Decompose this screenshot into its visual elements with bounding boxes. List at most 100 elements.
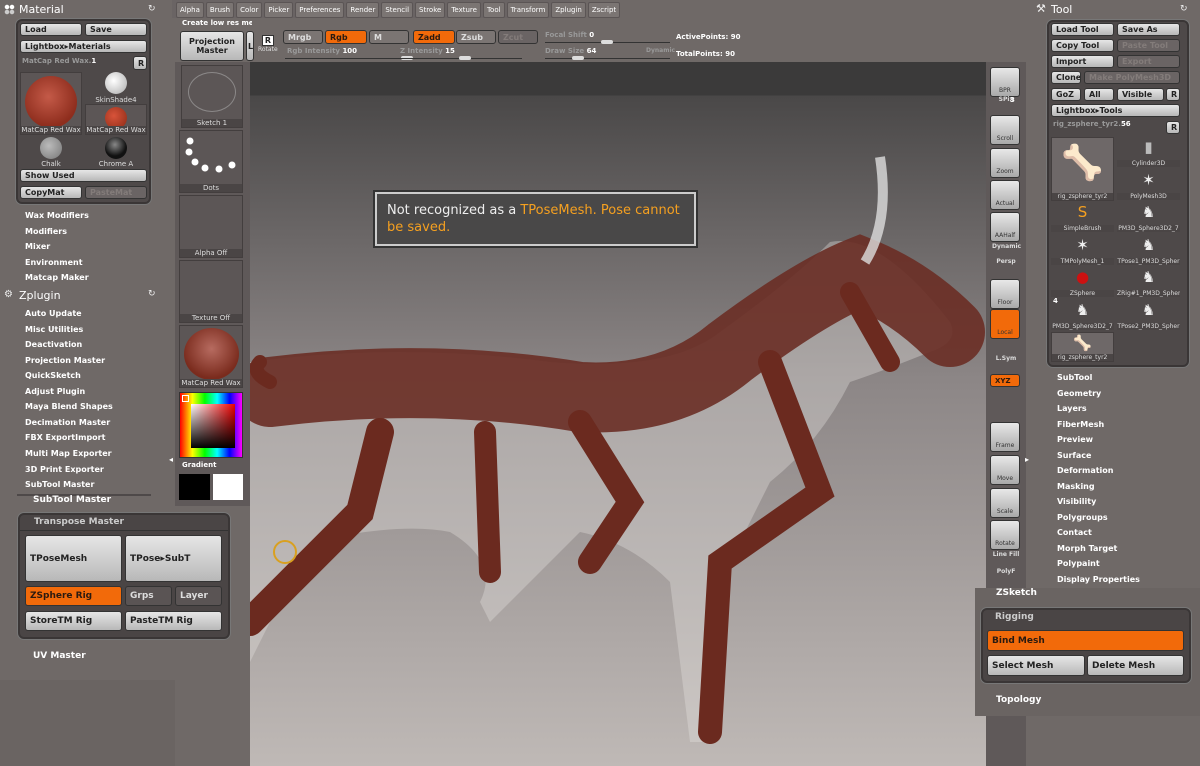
spix-label[interactable]: SPix	[992, 96, 1020, 103]
primary-color-swatch[interactable]	[179, 474, 210, 500]
m-button[interactable]: M	[369, 30, 409, 44]
bind-mesh-button[interactable]: Bind Mesh	[987, 630, 1184, 651]
zsub-button[interactable]: Zsub	[456, 30, 496, 44]
tool-menu-item[interactable]: Polygroups	[1057, 513, 1108, 522]
lsym-button[interactable]: L.Sym	[992, 355, 1020, 362]
collapse-left-arrow[interactable]: ◂	[169, 455, 173, 464]
draw-size-slider[interactable]: Draw Size 64	[545, 47, 596, 55]
tool-thumb[interactable]: ▮ Cylinder3D	[1117, 137, 1180, 167]
xyz-button[interactable]: XYZ	[990, 374, 1020, 387]
export-button[interactable]: Export	[1117, 55, 1180, 68]
dynamic-label[interactable]: Dynamic	[992, 243, 1021, 250]
pastetm-rig-button[interactable]: PasteTM Rig	[125, 611, 222, 631]
zplugin-item[interactable]: 3D Print Exporter	[25, 465, 104, 474]
tool-thumb[interactable]: ♞ TPose1_PM3D_Spher	[1117, 235, 1180, 265]
tool-thumb[interactable]: ✶ TMPolyMesh_1	[1051, 235, 1114, 265]
secondary-color-swatch[interactable]	[213, 474, 243, 500]
menu-zscript[interactable]: Zscript	[587, 2, 621, 18]
mrgb-button[interactable]: Mrgb	[283, 30, 323, 44]
zplugin-item[interactable]: Maya Blend Shapes	[25, 402, 113, 411]
color-picker[interactable]	[179, 392, 243, 458]
floor-button[interactable]: Floor	[990, 279, 1020, 309]
persp-button[interactable]: Persp	[992, 258, 1020, 265]
zoom-button[interactable]: Zoom	[990, 148, 1020, 178]
tool-r2-button[interactable]: R	[1166, 121, 1180, 134]
lightbox-tools-button[interactable]: Lightbox▸Tools	[1051, 104, 1180, 117]
all-button[interactable]: All	[1084, 88, 1114, 101]
tool-thumb[interactable]: ✶ PolyMesh3D	[1117, 170, 1180, 200]
tool-thumb[interactable]: 🦴 rig_zsphere_tyr2	[1051, 332, 1114, 362]
menu-item[interactable]: Mixer	[25, 242, 50, 251]
delete-mesh-button[interactable]: Delete Mesh	[1087, 655, 1184, 676]
menu-alpha[interactable]: Alpha	[176, 2, 204, 18]
menu-color[interactable]: Color	[236, 2, 263, 18]
texture-thumb[interactable]: Texture Off	[179, 260, 243, 323]
menu-zplugin[interactable]: Zplugin	[551, 2, 586, 18]
grps-button[interactable]: Grps	[125, 586, 172, 606]
pastemat-button[interactable]: PasteMat	[85, 186, 147, 199]
tool-menu-item[interactable]: Polypaint	[1057, 559, 1100, 568]
menu-preferences[interactable]: Preferences	[295, 2, 345, 18]
tool-menu-item[interactable]: Display Properties	[1057, 575, 1140, 584]
projection-master-button[interactable]: Projection Master	[180, 31, 244, 61]
zadd-button[interactable]: Zadd	[413, 30, 455, 44]
rotate-icon[interactable]: R Rotate	[258, 35, 278, 61]
tool-menu-item[interactable]: FiberMesh	[1057, 420, 1104, 429]
zplugin-item[interactable]: Misc Utilities	[25, 325, 83, 334]
tool-menu-item[interactable]: Morph Target	[1057, 544, 1117, 553]
menu-brush[interactable]: Brush	[205, 2, 235, 18]
menu-picker[interactable]: Picker	[264, 2, 294, 18]
material-thumb[interactable]: Chrome A	[85, 137, 147, 168]
polyf-button[interactable]: PolyF	[992, 568, 1020, 575]
copymat-button[interactable]: CopyMat	[20, 186, 82, 199]
tposemesh-button[interactable]: TPoseMesh	[25, 535, 122, 582]
layer-button[interactable]: Layer	[175, 586, 222, 606]
tool-menu-item[interactable]: Contact	[1057, 528, 1092, 537]
menu-item[interactable]: Modifiers	[25, 227, 67, 236]
scale-button[interactable]: Scale	[990, 488, 1020, 518]
focal-shift-slider[interactable]: Focal Shift 0	[545, 31, 594, 39]
menu-item[interactable]: Environment	[25, 258, 83, 267]
make-polymesh-button[interactable]: Make PolyMesh3D	[1084, 71, 1180, 84]
tool-thumb[interactable]: ♞ ZRig#1_PM3D_Spher	[1117, 267, 1180, 297]
tool-thumb[interactable]: 🦴 rig_zsphere_tyr2	[1051, 137, 1114, 201]
tool-thumb[interactable]: ♞ PM3D_Sphere3D2_7	[1051, 300, 1114, 330]
load-tool-button[interactable]: Load Tool	[1051, 23, 1114, 36]
zsphere-rig-button[interactable]: ZSphere Rig	[25, 586, 122, 606]
menu-render[interactable]: Render	[346, 2, 380, 18]
tool-menu-item[interactable]: Masking	[1057, 482, 1095, 491]
scroll-button[interactable]: Scroll	[990, 115, 1020, 145]
copy-tool-button[interactable]: Copy Tool	[1051, 39, 1114, 52]
uv-master-header[interactable]: UV Master	[33, 651, 86, 661]
actual-button[interactable]: Actual	[990, 180, 1020, 210]
material-thumb[interactable]: SkinShade4	[85, 72, 147, 104]
save-as-button[interactable]: Save As	[1117, 23, 1180, 36]
material-r-button[interactable]: R	[133, 56, 147, 70]
tool-r-button[interactable]: R	[1166, 88, 1180, 101]
zplugin-item[interactable]: Multi Map Exporter	[25, 449, 112, 458]
canvas[interactable]	[250, 62, 986, 766]
material-thumb[interactable]: MatCap Red Wax	[85, 104, 147, 135]
select-mesh-button[interactable]: Select Mesh	[987, 655, 1085, 676]
tpose-subt-button[interactable]: TPose▸SubT	[125, 535, 222, 582]
bpr-button[interactable]: BPR	[990, 67, 1020, 97]
menu-stencil[interactable]: Stencil	[381, 2, 414, 18]
aahalf-button[interactable]: AAHalf	[990, 212, 1020, 242]
show-used-button[interactable]: Show Used	[20, 169, 147, 182]
zplugin-item[interactable]: Adjust Plugin	[25, 387, 85, 396]
zcut-button[interactable]: Zcut	[498, 30, 538, 44]
zplugin-item[interactable]: QuickSketch	[25, 371, 81, 380]
rgb-button[interactable]: Rgb	[325, 30, 367, 44]
rgb-intensity-slider[interactable]: Rgb Intensity 100	[287, 47, 357, 55]
zplugin-item[interactable]: Auto Update	[25, 309, 82, 318]
tool-menu-item[interactable]: SubTool	[1057, 373, 1092, 382]
subtool-master-header[interactable]: SubTool Master	[33, 495, 111, 505]
paste-tool-button[interactable]: Paste Tool	[1117, 39, 1180, 52]
rotate-button[interactable]: Rotate	[990, 520, 1020, 550]
tool-menu-item[interactable]: Preview	[1057, 435, 1093, 444]
material-thumb[interactable]: Chalk	[20, 137, 82, 168]
tool-menu-item[interactable]: Layers	[1057, 404, 1087, 413]
linefill-label[interactable]: Line Fill	[992, 551, 1020, 558]
tool-thumb[interactable]: ♞ TPose2_PM3D_Spher	[1117, 300, 1180, 330]
tool-menu-item[interactable]: Surface	[1057, 451, 1091, 460]
